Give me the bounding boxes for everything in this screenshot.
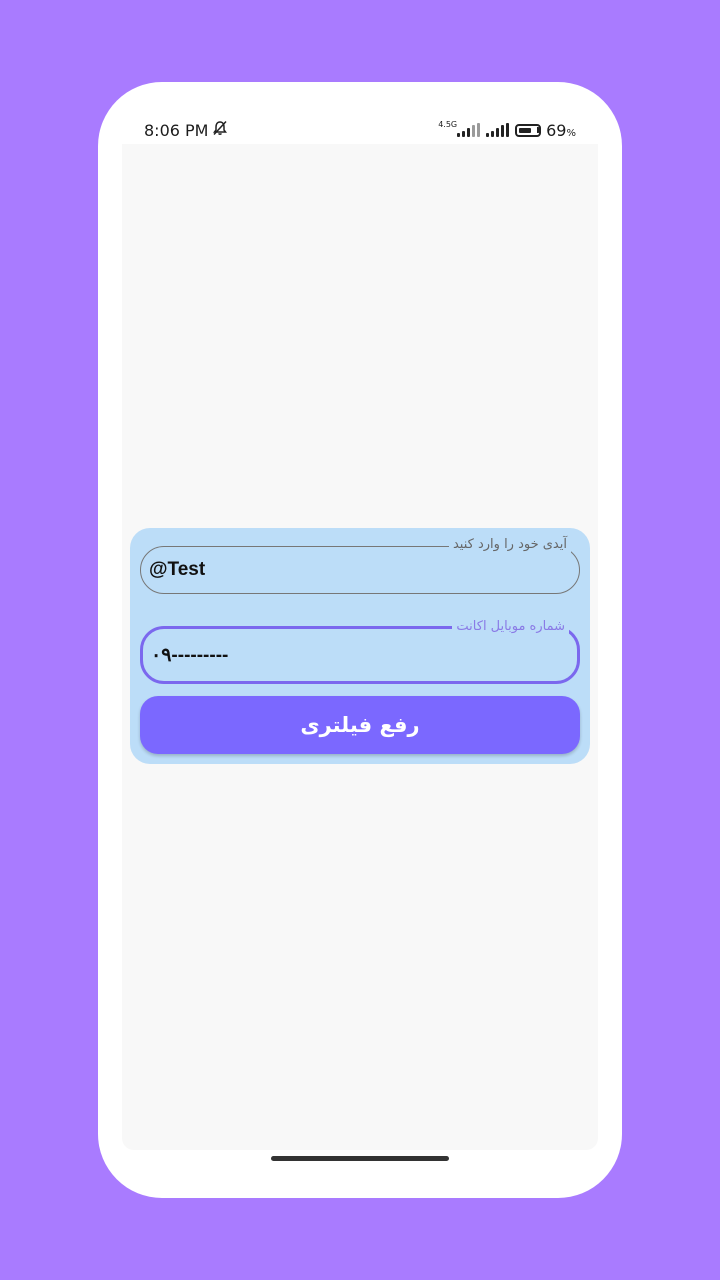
battery-fill xyxy=(519,127,532,133)
phone-frame: 8:06 PM 4.5G 69% آیدی خود را وارد کنید @… xyxy=(98,82,622,1198)
form-card: آیدی خود را وارد کنید @Test شماره موبایل… xyxy=(130,528,590,764)
app-screen: آیدی خود را وارد کنید @Test شماره موبایل… xyxy=(122,144,598,1150)
status-time: 8:06 PM xyxy=(144,120,209,140)
network-type-label: 4.5G xyxy=(438,120,458,129)
phone-input-value: ۰۹--------- xyxy=(151,644,229,666)
battery-icon xyxy=(515,123,542,137)
signal-icon-2 xyxy=(486,123,510,137)
phone-input-label: شماره موبایل اکانت xyxy=(452,619,569,635)
id-input-value: @Test xyxy=(149,559,206,580)
phone-input[interactable]: شماره موبایل اکانت ۰۹--------- xyxy=(140,619,580,684)
status-right: 4.5G 69% xyxy=(438,121,598,140)
signal-icon: 4.5G xyxy=(438,120,481,137)
unfilter-button[interactable]: رفع فیلتری xyxy=(140,696,580,754)
status-left: 8:06 PM xyxy=(122,120,228,140)
status-bar: 8:06 PM 4.5G 69% xyxy=(122,116,598,144)
bell-off-icon xyxy=(212,120,228,140)
battery-percent: 69% xyxy=(546,120,576,140)
home-indicator[interactable] xyxy=(271,1156,449,1161)
id-input[interactable]: آیدی خود را وارد کنید @Test xyxy=(140,537,580,594)
id-input-label: آیدی خود را وارد کنید xyxy=(448,537,571,553)
